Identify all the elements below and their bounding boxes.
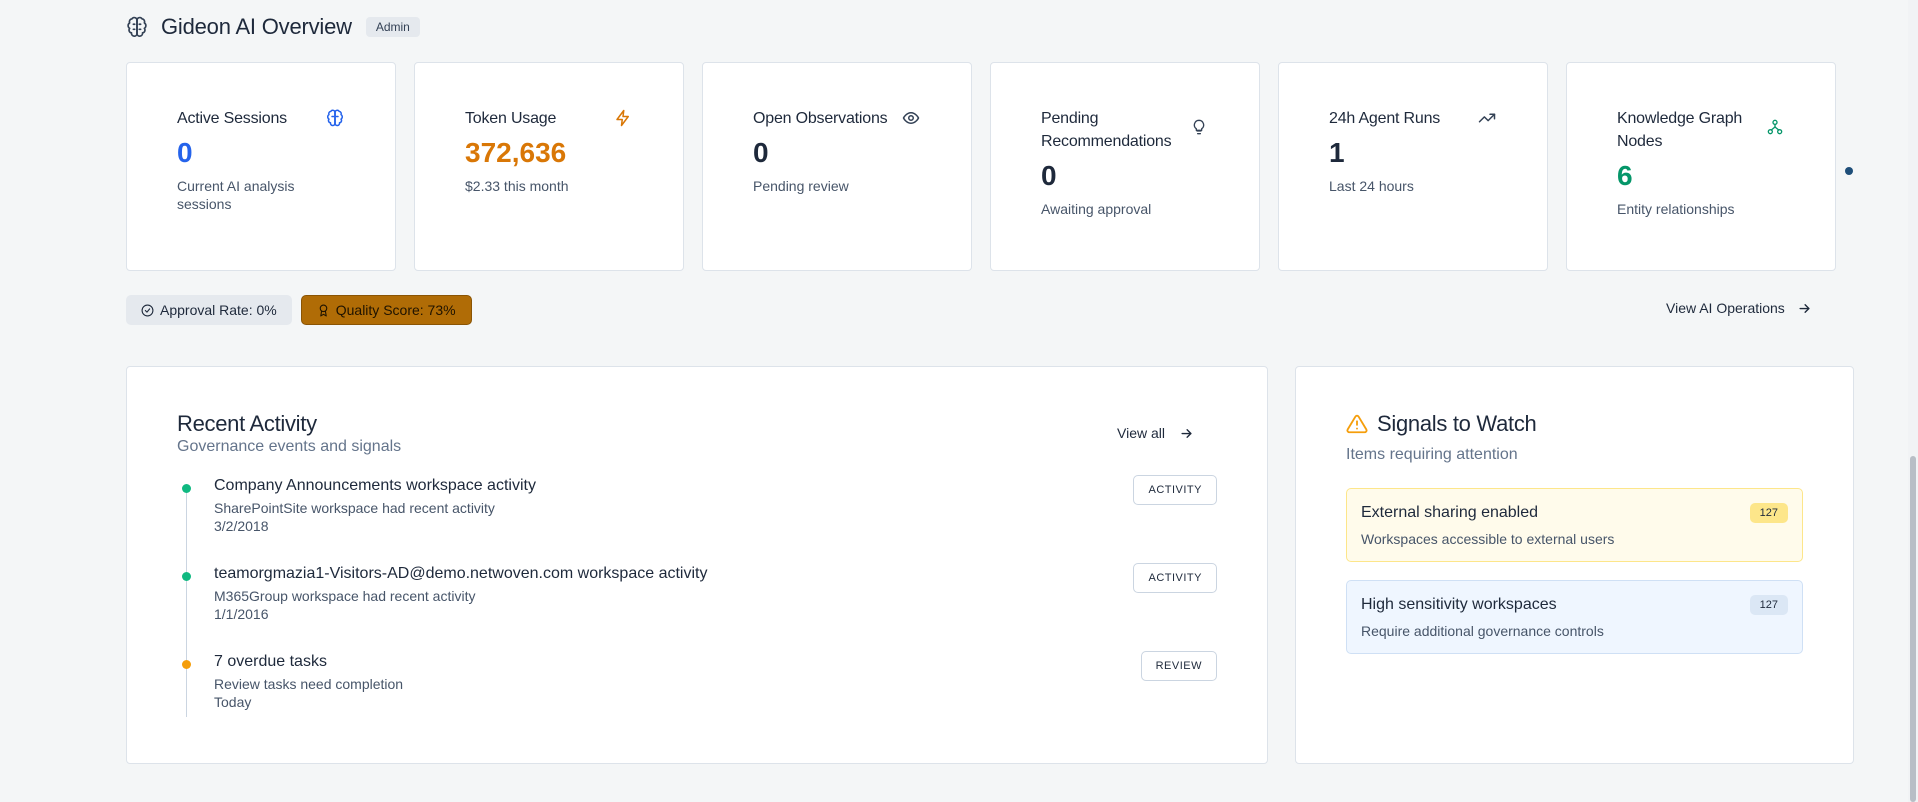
stat-label: Pending Recommendations bbox=[1041, 110, 1172, 150]
stat-value: 372,636 bbox=[465, 137, 567, 168]
page-title: Gideon AI Overview bbox=[161, 14, 352, 39]
stat-value: 0 bbox=[177, 137, 193, 168]
activity-description: M365Group workspace had recent activity bbox=[214, 588, 476, 604]
check-circle-icon bbox=[141, 304, 154, 317]
stat-subtext: Entity relationships bbox=[1617, 201, 1735, 217]
stat-label: 24h Agent Runs bbox=[1329, 110, 1441, 127]
stat-label: Knowledge Graph Nodes bbox=[1617, 110, 1743, 150]
admin-badge: Admin bbox=[365, 17, 420, 37]
lightbulb-icon bbox=[1189, 117, 1209, 137]
carousel-dot[interactable] bbox=[1845, 167, 1853, 175]
arrow-right-icon bbox=[1797, 301, 1812, 316]
activity-tag-button[interactable]: ACTIVITY bbox=[1133, 563, 1217, 593]
activity-date: 3/2/2018 bbox=[214, 518, 269, 534]
award-icon bbox=[317, 304, 330, 317]
signal-count-badge: 127 bbox=[1749, 503, 1788, 523]
network-icon bbox=[1765, 117, 1785, 137]
signal-title: External sharing enabled bbox=[1361, 504, 1539, 521]
timeline-line bbox=[186, 489, 187, 717]
scrollbar-thumb[interactable] bbox=[1910, 456, 1916, 802]
view-ai-operations-link[interactable]: View AI Operations bbox=[1666, 300, 1812, 316]
stat-subtext: Current AI analysis sessions bbox=[177, 178, 295, 212]
stat-card-pending-recommendations[interactable]: Pending Recommendations 0 Awaiting appro… bbox=[990, 62, 1260, 271]
approval-rate-pill: Approval Rate: 0% bbox=[126, 295, 292, 325]
stat-card-active-sessions[interactable]: Active Sessions 0 Current AI analysis se… bbox=[126, 62, 396, 271]
recent-activity-subtitle: Governance events and signals bbox=[177, 438, 402, 455]
activity-description: SharePointSite workspace had recent acti… bbox=[214, 500, 495, 516]
stat-subtext: Awaiting approval bbox=[1041, 201, 1152, 217]
activity-title: teamorgmazia1-Visitors-AD@demo.netwoven.… bbox=[214, 565, 708, 582]
stat-subtext: Pending review bbox=[753, 178, 849, 194]
stat-value: 0 bbox=[753, 137, 769, 168]
stat-card-token-usage[interactable]: Token Usage 372,636 $2.33 this month bbox=[414, 62, 684, 271]
signal-item-external-sharing[interactable]: External sharing enabled 127 Workspaces … bbox=[1346, 488, 1803, 562]
activity-description: Review tasks need completion bbox=[214, 676, 404, 692]
trending-up-icon bbox=[1477, 108, 1497, 128]
stat-label: Token Usage bbox=[465, 110, 557, 127]
quality-score-pill: Quality Score: 73% bbox=[300, 295, 472, 325]
status-dot bbox=[182, 484, 191, 493]
recent-activity-title: Recent Activity bbox=[177, 411, 317, 436]
brain-icon bbox=[325, 108, 345, 128]
metric-pills: Approval Rate: 0% Quality Score: 73% bbox=[126, 295, 472, 325]
stat-value: 6 bbox=[1617, 160, 1633, 191]
stat-value: 1 bbox=[1329, 137, 1345, 168]
signal-count-badge: 127 bbox=[1749, 595, 1788, 615]
activity-title: Company Announcements workspace activity bbox=[214, 477, 536, 494]
activity-date: Today bbox=[214, 694, 252, 710]
review-tag-button[interactable]: REVIEW bbox=[1140, 651, 1217, 681]
view-all-label: View all bbox=[1117, 425, 1165, 441]
status-dot bbox=[182, 660, 191, 669]
stat-card-knowledge-graph[interactable]: Knowledge Graph Nodes 6 Entity relations… bbox=[1566, 62, 1836, 271]
warning-triangle-icon bbox=[1346, 413, 1368, 435]
approval-rate-text: Approval Rate: 0% bbox=[160, 302, 277, 318]
activity-title: 7 overdue tasks bbox=[214, 653, 327, 670]
status-dot bbox=[182, 572, 191, 581]
view-ai-operations-label: View AI Operations bbox=[1666, 300, 1785, 316]
stat-subtext: $2.33 this month bbox=[465, 178, 569, 194]
quality-score-text: Quality Score: 73% bbox=[335, 302, 456, 318]
eye-icon bbox=[901, 108, 921, 128]
signal-item-high-sensitivity[interactable]: High sensitivity workspaces 127 Require … bbox=[1346, 580, 1803, 654]
stat-label: Open Observations bbox=[753, 110, 888, 127]
page-header: Gideon AI Overview Admin bbox=[125, 14, 420, 40]
activity-date: 1/1/2016 bbox=[214, 606, 269, 622]
signal-description: Require additional governance controls bbox=[1361, 623, 1604, 639]
recent-activity-card: Recent Activity Governance events and si… bbox=[126, 366, 1268, 764]
signal-description: Workspaces accessible to external users bbox=[1361, 531, 1615, 547]
signal-title: High sensitivity workspaces bbox=[1361, 596, 1557, 613]
stat-label: Active Sessions bbox=[177, 110, 287, 127]
arrow-right-icon bbox=[1179, 426, 1194, 441]
ai-overview-page: Gideon AI Overview Admin Active Sessions… bbox=[0, 0, 1918, 802]
signals-title: Signals to Watch bbox=[1377, 411, 1537, 436]
activity-tag-button[interactable]: ACTIVITY bbox=[1133, 475, 1217, 505]
signals-card: Signals to Watch Items requiring attenti… bbox=[1295, 366, 1854, 764]
brain-icon bbox=[125, 15, 149, 39]
stats-row: Active Sessions 0 Current AI analysis se… bbox=[126, 62, 1836, 271]
lightning-icon bbox=[613, 108, 633, 128]
stat-card-agent-runs[interactable]: 24h Agent Runs 1 Last 24 hours bbox=[1278, 62, 1548, 271]
view-all-button[interactable]: View all bbox=[1117, 425, 1194, 441]
stat-value: 0 bbox=[1041, 160, 1057, 191]
stat-subtext: Last 24 hours bbox=[1329, 178, 1414, 194]
signals-subtitle: Items requiring attention bbox=[1346, 446, 1518, 463]
stat-card-open-observations[interactable]: Open Observations 0 Pending review bbox=[702, 62, 972, 271]
